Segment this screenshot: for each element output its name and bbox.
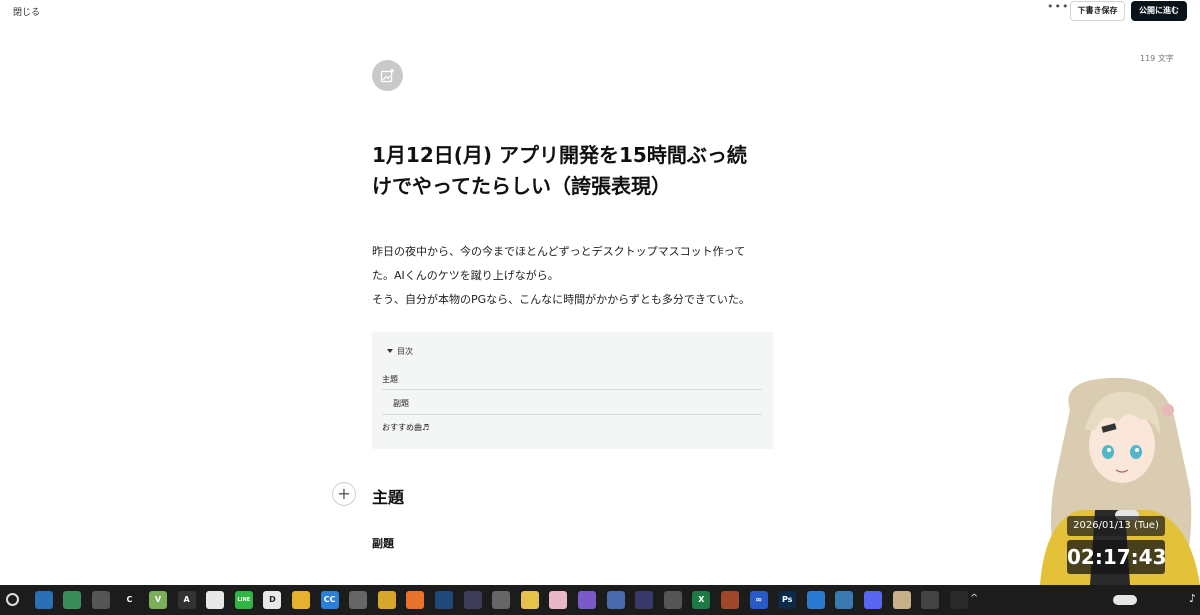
app-fire-icon[interactable]	[721, 591, 739, 609]
app-anime-icon[interactable]	[635, 591, 654, 609]
add-image-icon	[380, 68, 395, 83]
paragraph-line: 昨日の夜中から、今の今までほとんどずっとデスクトップマスコット作って	[372, 245, 746, 258]
app-chat-icon[interactable]	[206, 591, 225, 609]
photoshop-icon[interactable]: Ps	[778, 591, 797, 609]
app-pink-icon[interactable]	[549, 591, 568, 609]
article-body[interactable]: 昨日の夜中から、今の今までほとんどずっとデスクトップマスコット作って た。AIく…	[372, 240, 782, 312]
app-books-icon[interactable]	[492, 591, 511, 609]
app-a-icon[interactable]: A	[177, 591, 196, 609]
tray-toggle[interactable]	[1113, 595, 1137, 605]
table-of-contents: 目次 主題 副題 おすすめ曲♬	[372, 332, 773, 449]
taskbar: ^ ♪ C V A LINE D CC X ∞ Ps	[0, 585, 1200, 615]
app-clock-icon[interactable]	[91, 591, 110, 609]
heading-main[interactable]: 主題	[372, 484, 404, 508]
more-options-icon[interactable]: •••	[1047, 1, 1068, 16]
toc-item-sub[interactable]: 副題	[393, 398, 409, 409]
vscode-icon[interactable]	[806, 591, 825, 609]
close-button[interactable]: 閉じる	[13, 5, 40, 18]
toc-item-recommend[interactable]: おすすめ曲♬	[382, 422, 429, 433]
widgets-icon[interactable]	[34, 591, 53, 609]
paragraph-line: た。AIくんのケツを蹴り上げながら。	[372, 269, 559, 282]
heading-sub[interactable]: 副題	[372, 535, 394, 551]
steam-icon[interactable]	[435, 591, 453, 609]
app-green-icon[interactable]	[63, 591, 82, 609]
toc-divider	[382, 389, 762, 390]
meta-icon[interactable]: ∞	[749, 591, 768, 609]
tray-chevron-up-icon[interactable]: ^	[970, 593, 978, 604]
toc-divider	[382, 414, 762, 415]
app-cc-icon[interactable]: CC	[320, 591, 339, 609]
add-block-button[interactable]: +	[332, 482, 356, 506]
title-line: けでやってたらしい（誇張表現）	[372, 174, 671, 198]
clock-date: 2026/01/13 (Tue)	[1067, 516, 1165, 536]
article-title[interactable]: 1月12日(月) アプリ開発を15時間ぶっ続 けでやってたらしい（誇張表現）	[372, 140, 772, 202]
app-media-icon[interactable]	[463, 591, 482, 609]
toc-item-main[interactable]: 主題	[382, 374, 398, 385]
app-person-icon[interactable]	[349, 591, 368, 609]
top-bar: 閉じる ••• 下書き保存 公開に進む	[0, 0, 1200, 22]
folder-icon[interactable]	[292, 591, 310, 609]
terminal-icon[interactable]	[949, 591, 968, 609]
app-v-icon[interactable]: V	[149, 591, 167, 609]
excel-icon[interactable]: X	[692, 591, 711, 609]
app-dark-icon[interactable]	[921, 591, 940, 609]
character-count: 119 文字	[1140, 54, 1174, 63]
notepad-icon[interactable]	[835, 591, 854, 609]
add-eyecatch-image-button[interactable]	[372, 60, 403, 91]
app-c-icon[interactable]: C	[120, 591, 139, 609]
title-line: 1月12日(月) アプリ開発を15時間ぶっ続	[372, 143, 747, 167]
line-icon[interactable]: LINE	[234, 591, 253, 609]
discord-icon[interactable]	[864, 591, 882, 609]
caret-down-icon	[387, 349, 393, 353]
app-feather-icon[interactable]	[606, 591, 625, 609]
chrome-icon[interactable]	[377, 591, 396, 609]
app-play-icon[interactable]	[892, 591, 911, 609]
toc-header-label: 目次	[397, 347, 413, 356]
plus-icon: +	[337, 484, 351, 503]
app-d-icon[interactable]: D	[263, 591, 282, 609]
app-yellow-icon[interactable]	[520, 591, 539, 609]
publish-button[interactable]: 公開に進む	[1131, 1, 1187, 21]
notification-icon[interactable]: ♪	[1189, 592, 1196, 605]
firefox-icon[interactable]	[406, 591, 425, 609]
unity-icon[interactable]	[663, 591, 682, 609]
app-purple-icon[interactable]	[578, 591, 596, 609]
toc-toggle[interactable]: 目次	[387, 346, 413, 357]
paragraph-line: そう、自分が本物のPGなら、こんなに時間がかからずとも多分できていた。	[372, 293, 750, 306]
clock-time: 02:17:43	[1067, 540, 1167, 574]
save-draft-button[interactable]: 下書き保存	[1070, 1, 1125, 21]
search-icon[interactable]	[6, 593, 19, 606]
